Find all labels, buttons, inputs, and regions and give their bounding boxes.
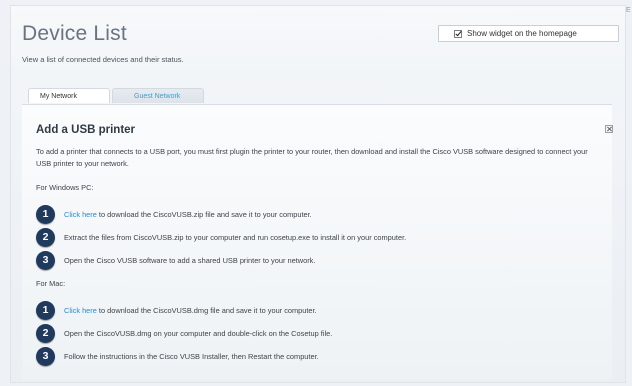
step-text: Open the Cisco VUSB software to add a sh… (64, 256, 316, 265)
show-widget-label: Show widget on the homepage (467, 29, 577, 38)
step-number-badge: 1 (36, 205, 55, 224)
network-tabs: My Network Guest Network (22, 88, 612, 104)
step-text: Click here to download the CiscoVUSB.zip… (64, 210, 312, 219)
windows-step-1: 1 Click here to download the CiscoVUSB.z… (36, 205, 596, 225)
windows-label: For Windows PC: (36, 183, 94, 192)
step-text: Open the CiscoVUSB.dmg on your computer … (64, 329, 333, 338)
mac-label: For Mac: (36, 279, 66, 288)
windows-download-link[interactable]: Click here (64, 210, 97, 219)
page-title: Device List (22, 22, 127, 45)
usb-printer-widget: Add a USB printer To add a printer that … (22, 104, 613, 379)
section-description: To add a printer that connects to a USB … (36, 147, 588, 168)
close-icon[interactable] (605, 125, 613, 133)
step-number-badge: 3 (36, 347, 55, 366)
page-subtitle: View a list of connected devices and the… (22, 55, 184, 64)
step-number-badge: 1 (36, 301, 55, 320)
corner-mark: E (626, 7, 631, 14)
mac-step-2: 2 Open the CiscoVUSB.dmg on your compute… (36, 324, 596, 344)
show-widget-toggle[interactable]: Show widget on the homepage (438, 25, 619, 42)
step-number-badge: 3 (36, 251, 55, 270)
section-title: Add a USB printer (36, 124, 136, 136)
windows-step-3: 3 Open the Cisco VUSB software to add a … (36, 251, 596, 271)
step-number-badge: 2 (36, 228, 55, 247)
windows-step-2: 2 Extract the files from CiscoVUSB.zip t… (36, 228, 596, 248)
mac-step-3: 3 Follow the instructions in the Cisco V… (36, 347, 596, 367)
tab-my-network[interactable]: My Network (28, 88, 110, 103)
step-text-body: to download the CiscoVUSB.zip file and s… (96, 210, 312, 219)
mac-step-1: 1 Click here to download the CiscoVUSB.d… (36, 301, 596, 321)
tab-guest-network[interactable]: Guest Network (112, 88, 204, 103)
step-text-body: to download the CiscoVUSB.dmg file and s… (96, 306, 317, 315)
step-text: Extract the files from CiscoVUSB.zip to … (64, 233, 407, 242)
step-text: Click here to download the CiscoVUSB.dmg… (64, 306, 317, 315)
step-number-badge: 2 (36, 324, 55, 343)
show-widget-checkbox[interactable] (454, 30, 462, 38)
mac-download-link[interactable]: Click here (64, 306, 97, 315)
step-text: Follow the instructions in the Cisco VUS… (64, 352, 319, 361)
